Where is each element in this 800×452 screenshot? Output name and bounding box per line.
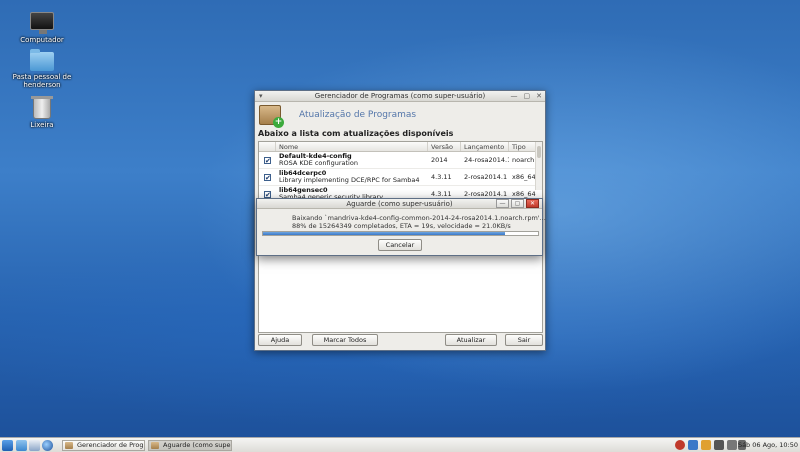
download-status-text: Baixando `mandriva-kde4-config-common-20… <box>292 214 546 222</box>
file-manager-icon[interactable] <box>29 440 40 451</box>
desktop-icon-label: Computador <box>20 36 64 44</box>
scrollbar-thumb[interactable] <box>537 146 541 158</box>
close-icon[interactable]: ✕ <box>526 199 539 208</box>
update-button[interactable]: Atualizar <box>445 334 497 346</box>
taskbar-task-wait-dialog[interactable]: Aguarde (como super... <box>148 440 232 451</box>
computer-icon <box>30 12 54 34</box>
show-desktop-icon[interactable] <box>16 440 27 451</box>
download-progress-bar <box>262 231 539 236</box>
column-header-type[interactable]: Tipo <box>509 142 536 151</box>
select-all-button[interactable]: Marcar Todos <box>312 334 378 346</box>
table-scrollbar[interactable] <box>535 142 542 190</box>
package-version: 4.3.11 <box>431 173 452 181</box>
header-title: Atualização de Programas <box>299 110 417 120</box>
column-header-name[interactable]: Nome <box>276 142 428 151</box>
package-description: ROSA KDE configuration <box>279 159 358 167</box>
clipboard-icon[interactable] <box>701 440 711 450</box>
cancel-button[interactable]: Cancelar <box>378 239 422 251</box>
task-label: Aguarde (como super... <box>163 441 232 449</box>
download-progress-text: 88% de 15264349 completados, ETA = 19s, … <box>292 222 511 230</box>
package-type: noarch <box>512 156 535 164</box>
minimize-icon[interactable]: — <box>496 199 509 208</box>
progress-fill <box>263 232 505 235</box>
package-update-icon: + <box>259 105 284 128</box>
keyboard-icon[interactable] <box>714 440 724 450</box>
column-header-version[interactable]: Versão <box>428 142 461 151</box>
package-release: 24-rosa2014.1 <box>464 156 509 164</box>
browser-icon[interactable] <box>42 440 53 451</box>
desktop-icon-computer[interactable]: Computador <box>12 12 72 44</box>
update-notifier-icon[interactable] <box>675 440 685 450</box>
network-icon[interactable] <box>688 440 698 450</box>
task-label: Gerenciador de Progr... <box>77 441 145 449</box>
close-icon[interactable]: ✕ <box>536 92 542 100</box>
window-header: + Atualização de Programas <box>255 102 545 128</box>
start-menu-icon[interactable] <box>2 440 13 451</box>
package-icon <box>151 442 159 449</box>
package-icon <box>65 442 73 449</box>
taskbar-clock[interactable]: Sáb 06 Ago, 10:50 <box>738 441 798 449</box>
table-header: Nome Versão Lançamento Tipo <box>259 142 542 152</box>
trash-icon <box>31 96 53 119</box>
table-row[interactable]: ✔ Default-kde4-config ROSA KDE configura… <box>259 152 542 169</box>
taskbar: Gerenciador de Progr... Aguarde (como su… <box>0 437 800 452</box>
quit-button[interactable]: Sair <box>505 334 543 346</box>
package-description: Library implementing DCE/RPC for Samba4 <box>279 176 420 184</box>
desktop-icon-label: Lixeira <box>30 121 54 129</box>
dialog-titlebar[interactable]: Aguarde (como super-usuário) — ▢ ✕ <box>257 199 542 209</box>
desktop-icon-home-folder[interactable]: Pasta pessoal de henderson <box>12 49 72 89</box>
updates-subheader: Abaixo a lista com atualizações disponív… <box>258 129 454 138</box>
table-row[interactable]: ✔ lib64dcerpc0 Library implementing DCE/… <box>259 169 542 186</box>
row-checkbox[interactable]: ✔ <box>264 156 271 164</box>
window-footer: Ajuda Marcar Todos Atualizar Sair <box>258 334 543 346</box>
column-header-release[interactable]: Lançamento <box>461 142 509 151</box>
row-checkbox[interactable]: ✔ <box>264 190 271 198</box>
taskbar-task-package-manager[interactable]: Gerenciador de Progr... <box>62 440 145 451</box>
desktop-icon-label: Pasta pessoal de henderson <box>12 73 72 89</box>
package-release: 2-rosa2014.1 <box>464 173 508 181</box>
battery-icon[interactable] <box>727 440 737 450</box>
row-checkbox[interactable]: ✔ <box>264 173 271 181</box>
desktop-icon-trash[interactable]: Lixeira <box>12 96 72 129</box>
maximize-icon[interactable]: ▢ <box>524 92 531 100</box>
maximize-icon[interactable]: ▢ <box>511 199 524 208</box>
window-title: Gerenciador de Programas (como super-usu… <box>314 92 486 100</box>
package-version: 2014 <box>431 156 448 164</box>
progress-dialog: Aguarde (como super-usuário) — ▢ ✕ Baixa… <box>256 198 546 256</box>
minimize-icon[interactable]: — <box>511 92 518 100</box>
help-button[interactable]: Ajuda <box>258 334 302 346</box>
folder-icon <box>30 49 54 71</box>
package-type: x86_64 <box>512 173 536 181</box>
window-titlebar[interactable]: ▾ Gerenciador de Programas (como super-u… <box>255 91 545 102</box>
